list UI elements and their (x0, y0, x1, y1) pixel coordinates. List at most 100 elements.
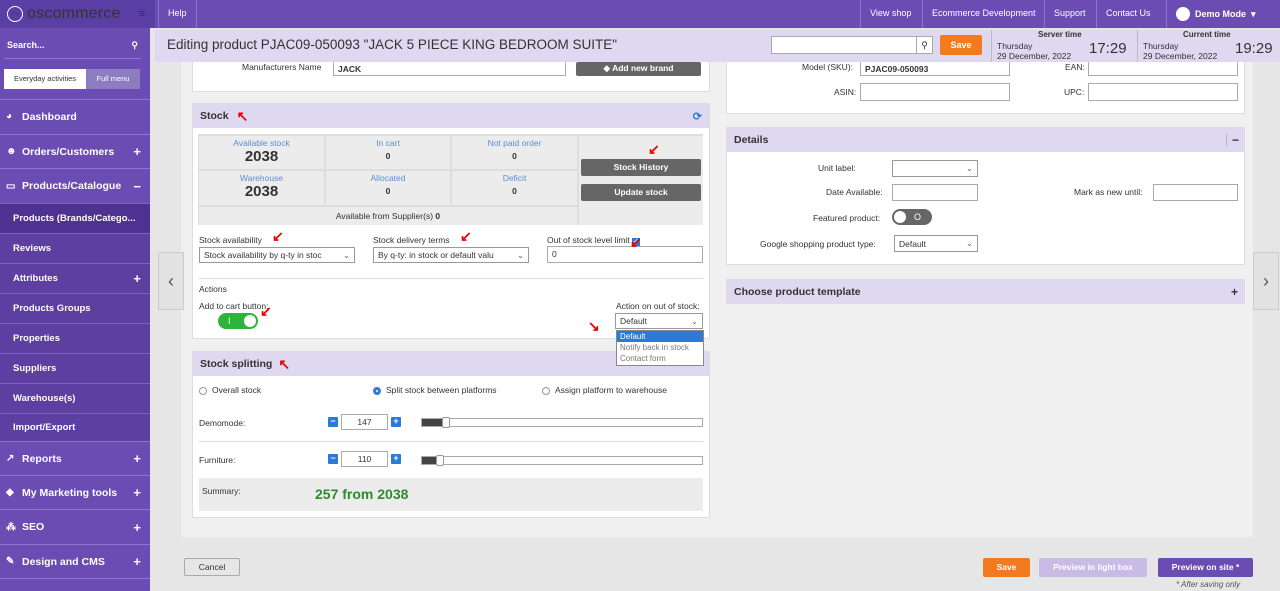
mark-new-input[interactable] (1153, 184, 1238, 201)
ean-input[interactable] (1088, 62, 1238, 76)
radio-assign-platform[interactable]: Assign platform to warehouse (542, 385, 667, 395)
sidebar-subitem-products-brands[interactable]: Products (Brands/Catego... (0, 203, 150, 233)
sidebar-subitem-properties[interactable]: Properties (0, 323, 150, 353)
date-available-input[interactable] (892, 184, 978, 201)
sidebar-item-seo[interactable]: ⁂ SEO + (0, 509, 150, 544)
help-link[interactable]: Help (158, 0, 197, 28)
preview-site-button[interactable]: Preview on site * (1158, 558, 1253, 577)
full-menu-tab[interactable]: Full menu (86, 69, 140, 89)
sidebar-subitem-import-export[interactable]: Import/Export (0, 413, 150, 441)
minus-icon[interactable]: − (328, 417, 338, 427)
manufacturers-input[interactable]: JACK (333, 62, 566, 76)
header-search-input[interactable]: ⚲ (771, 36, 933, 54)
sidebar-item-products[interactable]: ▭ Products/Catalogue − (0, 168, 150, 203)
slider-handle[interactable] (436, 455, 444, 466)
view-shop-link[interactable]: View shop (860, 0, 920, 28)
support-link[interactable]: Support (1044, 0, 1095, 28)
sidebar-item-dashboard[interactable]: ◕ Dashboard (0, 99, 150, 133)
dropdown-option-contact[interactable]: Contact form (617, 353, 703, 364)
radio-overall-stock[interactable]: Overall stock (199, 385, 261, 395)
sidebar-subitem-attributes[interactable]: Attributes + (0, 263, 150, 293)
radio-icon[interactable] (199, 386, 207, 395)
out-of-stock-action-select[interactable]: Default ⌄ (615, 313, 703, 329)
supplier-label: Available from Supplier(s) (335, 211, 434, 221)
demomode-slider[interactable] (421, 417, 703, 428)
sidebar-subitem-suppliers[interactable]: Suppliers (0, 353, 150, 383)
radio-icon[interactable] (542, 386, 550, 395)
stock-history-button[interactable]: Stock History (581, 159, 701, 176)
update-stock-button[interactable]: Update stock (581, 184, 701, 201)
sidebar-item-marketing[interactable]: ◆ My Marketing tools + (0, 475, 150, 509)
details-title: Details (734, 134, 769, 146)
out-of-stock-limit-input[interactable]: 0 (547, 246, 703, 263)
sidebar-item-orders[interactable]: ☻ Orders/Customers + (0, 134, 150, 168)
upc-input[interactable] (1088, 83, 1238, 101)
sidebar-item-design[interactable]: ✎ Design and CMS + (0, 544, 150, 578)
header-save-button[interactable]: Save (940, 35, 982, 55)
search-icon[interactable]: ⚲ (916, 37, 932, 53)
user-name: Demo Mode (1195, 9, 1247, 19)
furniture-qty-input[interactable]: 110 (341, 451, 388, 467)
furniture-slider[interactable] (421, 455, 703, 466)
expand-icon[interactable]: + (1231, 285, 1238, 299)
sidebar-search[interactable]: Search... ⚲ (4, 36, 141, 58)
google-type-select[interactable]: Default ⌄ (894, 235, 978, 252)
after-saving-note: * After saving only (1176, 580, 1241, 589)
dashboard-icon: ◕ (6, 111, 13, 122)
preview-lightbox-button[interactable]: Preview in light box (1039, 558, 1147, 577)
plus-icon[interactable]: + (391, 454, 401, 464)
plus-icon[interactable]: + (133, 520, 141, 535)
plus-icon[interactable]: + (133, 451, 141, 466)
dropdown-option-notify[interactable]: Notify back in stock (617, 342, 703, 353)
plus-icon[interactable]: + (133, 485, 141, 500)
sidebar-subitem-reviews[interactable]: Reviews (0, 233, 150, 263)
sidebar-subitem-warehouses[interactable]: Warehouse(s) (0, 383, 150, 413)
plus-icon[interactable]: + (391, 417, 401, 427)
sidebar-subitem-products-groups[interactable]: Products Groups (0, 293, 150, 323)
slider-handle[interactable] (442, 417, 450, 428)
unit-select[interactable]: ⌄ (892, 160, 978, 177)
hamburger-icon[interactable]: ≡ (139, 8, 145, 20)
stock-availability-select[interactable]: Stock availability by q-ty in stoc ⌄ (199, 247, 355, 263)
featured-toggle[interactable]: O (892, 209, 932, 225)
current-time-box: Current time Thursday 29 December, 2022 … (1137, 30, 1280, 62)
dropdown-option-default[interactable]: Default (617, 331, 703, 342)
model-input[interactable]: PJAC09-050093 (860, 62, 1010, 76)
plus-icon[interactable]: + (133, 271, 141, 286)
minus-icon[interactable]: − (328, 454, 338, 464)
prev-product-arrow[interactable]: ‹ (158, 252, 184, 310)
everyday-activities-tab[interactable]: Everyday activities (4, 69, 86, 89)
sidebar-item-reports[interactable]: ↗ Reports + (0, 441, 150, 475)
menu-mode-toggle[interactable]: Everyday activities Full menu (4, 69, 140, 89)
demomode-qty-input[interactable]: 147 (341, 414, 388, 430)
search-icon[interactable]: ⚲ (131, 40, 138, 54)
user-menu[interactable]: Demo Mode ▾ (1166, 0, 1265, 28)
add-brand-button[interactable]: ◆ Add new brand (576, 62, 701, 76)
ecommerce-development-link[interactable]: Ecommerce Development (922, 0, 1045, 28)
in-cart-cell: In cart 0 (326, 136, 450, 169)
template-title: Choose product template (734, 285, 861, 298)
toggle-knob (894, 211, 906, 223)
radio-split-stock[interactable]: Split stock between platforms (373, 385, 497, 395)
next-product-arrow[interactable]: › (1253, 252, 1279, 310)
refresh-icon[interactable]: ⟳ (693, 110, 702, 123)
footer-save-button[interactable]: Save (983, 558, 1030, 577)
contact-us-link[interactable]: Contact Us (1096, 0, 1160, 28)
plus-icon[interactable]: + (133, 554, 141, 569)
stock-delivery-select[interactable]: By q-ty: in stock or default valu ⌄ (373, 247, 529, 263)
logo[interactable]: ◠ oscommerce ≡ (0, 0, 155, 28)
minus-icon[interactable]: − (133, 179, 141, 194)
ean-label: EAN: (1065, 62, 1085, 72)
asin-input[interactable] (860, 83, 1010, 101)
add-to-cart-toggle[interactable]: I (218, 313, 258, 329)
cancel-button[interactable]: Cancel (184, 558, 240, 576)
sidebar-item-label: Orders/Customers (22, 145, 115, 158)
radio-icon[interactable] (373, 386, 381, 395)
demomode-label: Demomode: (199, 418, 246, 428)
collapse-icon[interactable]: − (1226, 133, 1244, 147)
slider-fill (422, 457, 436, 464)
current-date: 29 December, 2022 (1143, 51, 1218, 61)
plus-icon[interactable]: + (133, 144, 141, 159)
template-panel-header[interactable]: Choose product template + (726, 279, 1245, 304)
chevron-down-icon: ⌄ (690, 315, 698, 326)
